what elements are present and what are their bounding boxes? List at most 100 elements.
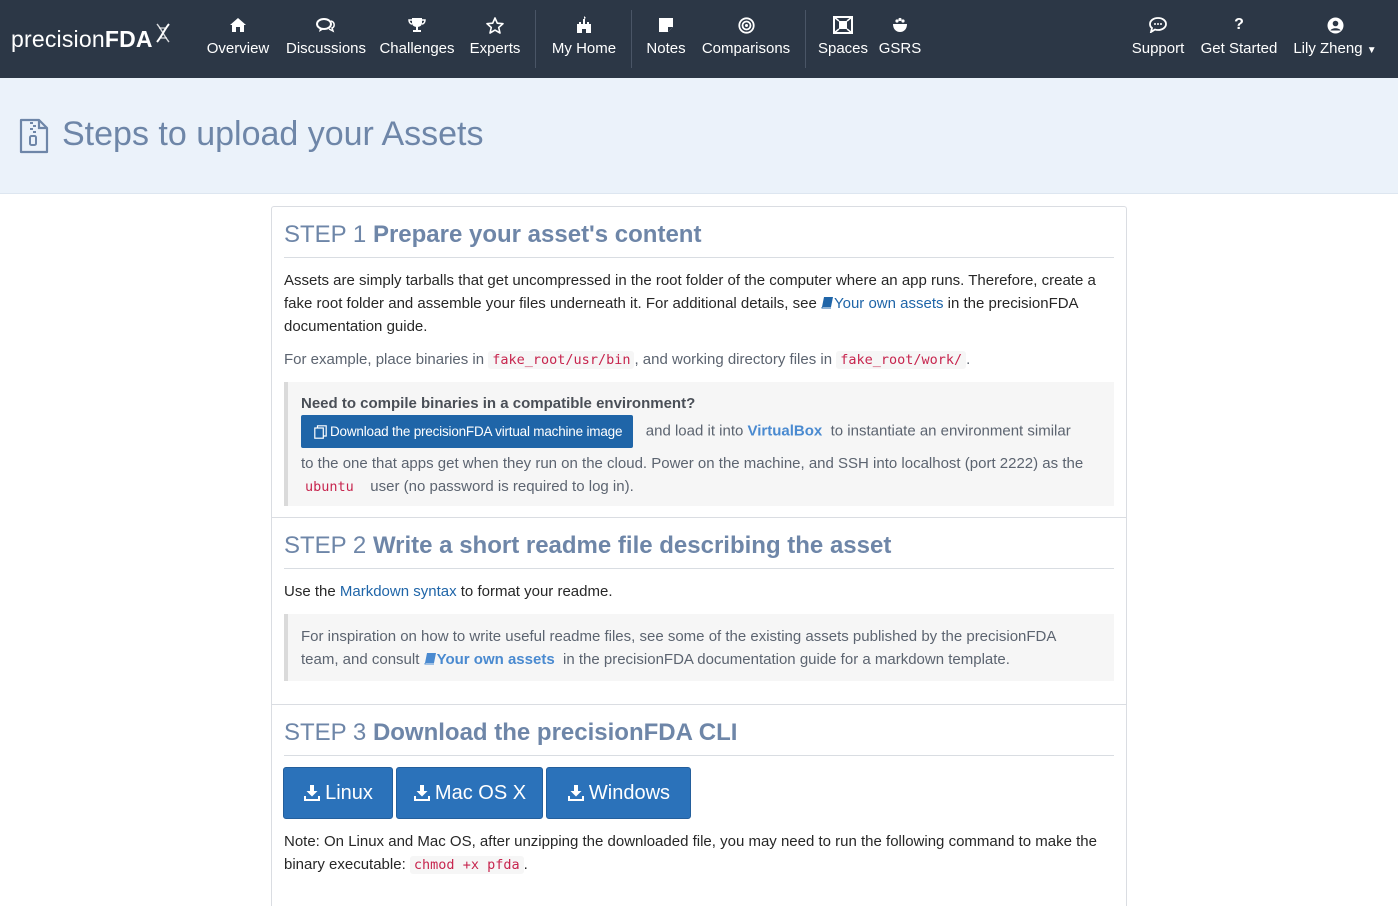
caret-down-icon: ▼ [1366,45,1377,56]
nav-notes[interactable]: Notes [643,0,689,78]
step1-heading: STEP 1 Prepare your asset's content [284,221,701,249]
note-text: Note: On Linux and Mac OS, after unzippi… [284,833,1097,873]
page-title: Steps to upload your Assets [62,115,484,153]
nav-support[interactable]: Support [1129,0,1187,78]
download-icon [413,785,430,801]
callout-text: user (no password is required to log in)… [370,478,634,495]
nav-user-menu[interactable]: Lily Zheng ▼ [1290,0,1380,78]
nav-gsrs[interactable]: GSRS [878,0,922,78]
download-vm-button[interactable]: Download the precisionFDA virtual machin… [301,415,634,448]
button-label: Linux [325,781,373,804]
step2-text: to format your readme. [460,583,613,600]
step3-note: Note: On Linux and Mac OS, after unzippi… [284,830,1116,877]
nav-label: My Home [551,40,617,57]
nav-label: Discussions [285,40,367,57]
nav-divider [805,10,806,68]
step3-heading: STEP 3 Download the precisionFDA CLI [284,719,737,747]
gsrs-icon [891,16,909,34]
nav-label: Comparisons [701,40,791,57]
download-linux-button[interactable]: Linux [283,767,393,819]
bullseye-icon [737,16,755,34]
nav-experts[interactable]: Experts [466,0,524,78]
book-icon [424,653,436,665]
nav-label: Notes [646,40,686,57]
nav-overview[interactable]: Overview [203,0,273,78]
chat-bubble-icon [1149,16,1167,34]
divider [284,257,1114,258]
your-own-assets-link-2[interactable]: Your own assets [424,651,555,668]
callout-text: to instantiate an environment similar [830,422,1071,440]
note-text: . [523,856,528,873]
code-work: fake_root/work/ [836,351,967,369]
user-icon [1327,16,1344,34]
nav-label: Support [1131,40,1185,57]
user-name: Lily Zheng [1293,40,1363,57]
step2-heading: STEP 2 Write a short readme file describ… [284,532,891,560]
code-ubuntu: ubuntu [301,478,358,496]
trophy-icon [408,16,426,34]
button-label: Mac OS X [434,781,527,804]
callout-text: to the one that apps get when they run o… [301,455,1084,472]
callout-line: ubuntu user (no password is required to … [301,475,1101,499]
callout-title: Need to compile binaries in a compatible… [301,395,696,412]
download-macosx-button[interactable]: Mac OS X [396,767,543,819]
markdown-syntax-link[interactable]: Markdown syntax [340,583,457,600]
code-usr-bin: fake_root/usr/bin [488,351,635,369]
step3-title: Download the precisionFDA CLI [372,719,738,746]
zip-file-icon [19,118,49,158]
precisionfda-logo[interactable]: precision FDA [11,22,172,56]
spaces-icon [833,16,853,34]
nav-challenges[interactable]: Challenges [378,0,456,78]
upload-steps-panel: STEP 1 Prepare your asset's content Asse… [271,206,1127,906]
code-chmod: chmod +x pfda [409,856,524,874]
step2-description: Use the Markdown syntax to format your r… [284,580,1116,603]
download-windows-button[interactable]: Windows [546,767,691,819]
link-text: Your own assets [436,651,555,668]
nav-spaces[interactable]: Spaces [817,0,869,78]
nav-divider [535,10,536,68]
nav-label: Overview [206,40,270,57]
step1-title: Prepare your asset's content [372,221,702,248]
book-icon [821,297,833,309]
callout-text: in the precisionFDA documentation guide … [563,651,1010,668]
copy-icon [314,424,327,439]
button-label: Windows [588,781,671,804]
readme-callout: For inspiration on how to write useful r… [284,614,1114,681]
callout-body: Download the precisionFDA virtual machin… [301,415,1101,499]
download-icon [567,785,584,801]
nav-label: Lily Zheng ▼ [1293,40,1376,57]
nav-discussions[interactable]: Discussions [284,0,368,78]
note-icon [658,16,674,34]
section-divider [272,704,1126,705]
castle-icon [575,16,593,34]
nav-comparisons[interactable]: Comparisons [699,0,793,78]
callout-line: to the one that apps get when they run o… [301,452,1101,475]
vm-callout: Need to compile binaries in a compatible… [284,382,1114,506]
nav-my-home[interactable]: My Home [548,0,620,78]
download-icon [304,785,321,801]
virtualbox-link[interactable]: VirtualBox [748,422,823,439]
nav-label: Challenges [379,40,455,57]
nav-label: Spaces [817,40,869,57]
step1-number: STEP 1 [284,221,367,248]
button-label: Download the precisionFDA virtual machin… [330,424,623,439]
step2-title: Write a short readme file describing the… [372,532,892,559]
your-own-assets-link[interactable]: Your own assets [821,295,944,312]
nav-divider [631,10,632,68]
home-icon [229,16,247,34]
callout-body: For inspiration on how to write useful r… [301,625,1091,671]
star-icon [486,16,504,34]
step1-example: For example, place binaries in fake_root… [284,348,1116,372]
example-text: For example, place binaries in [284,351,485,368]
comments-icon [316,16,336,34]
cli-download-buttons: Linux Mac OS X Windows [283,767,703,819]
divider [284,755,1114,756]
link-text: Your own assets [833,295,944,312]
logo-text-bold: FDA [104,25,153,52]
section-divider [272,517,1126,518]
nav-label: Get Started [1200,40,1278,57]
nav-get-started[interactable]: ? Get Started [1197,0,1281,78]
dna-icon [155,23,170,43]
nav-label: Experts [469,40,521,57]
step2-text: Use the [284,583,336,600]
